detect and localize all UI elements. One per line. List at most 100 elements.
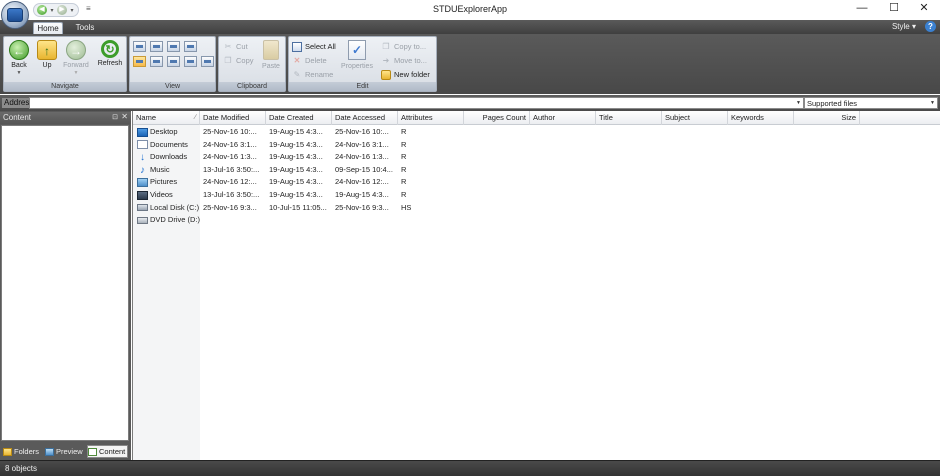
sort-indicator-icon: ∕ bbox=[194, 114, 196, 121]
column-header-title[interactable]: Title bbox=[596, 111, 662, 125]
forward-dropdown-icon[interactable]: ▼ bbox=[62, 70, 90, 76]
row-name: Local Disk (C:) bbox=[150, 202, 200, 212]
app-logo-icon bbox=[7, 8, 23, 22]
rename-button[interactable]: ✎ Rename bbox=[292, 68, 334, 81]
window-title: STDUExplorerApp bbox=[432, 4, 508, 14]
maximize-button[interactable]: ☐ bbox=[878, 0, 910, 18]
copy-to-button[interactable]: ❐ Copy to... bbox=[381, 40, 426, 53]
close-button[interactable]: ✕ bbox=[908, 0, 940, 18]
copy-button[interactable]: ❐ Copy bbox=[223, 54, 254, 67]
row-date-created: 10-Jul-15 11:05... bbox=[269, 202, 327, 212]
table-row[interactable]: ♪ Music 13-Jul-16 3:50:... 19-Aug-15 4:3.… bbox=[133, 164, 940, 177]
help-icon[interactable]: ? bbox=[925, 21, 936, 32]
row-date-accessed: 25-Nov-16 10:... bbox=[335, 127, 389, 136]
group-view: View bbox=[129, 36, 216, 92]
table-row[interactable]: Local Disk (C:) 25-Nov-16 9:3... 10-Jul-… bbox=[133, 202, 940, 215]
column-header-pages-count[interactable]: Pages Count bbox=[464, 111, 530, 125]
column-header-date-accessed[interactable]: Date Accessed bbox=[332, 111, 398, 125]
forward-button[interactable]: → Forward ▼ bbox=[62, 39, 90, 81]
row-name-cell: ♪ Music bbox=[133, 164, 200, 177]
paste-button[interactable]: Paste bbox=[257, 39, 285, 81]
view-details-icon[interactable] bbox=[133, 56, 146, 67]
pin-icon[interactable]: ⊡ bbox=[112, 113, 118, 121]
row-date-modified: 13-Jul-16 3:50:... bbox=[203, 164, 260, 174]
row-name: Documents bbox=[150, 139, 188, 149]
row-name: Videos bbox=[150, 189, 173, 199]
table-row[interactable]: Desktop 25-Nov-16 10:... 19-Aug-15 4:3..… bbox=[133, 126, 940, 139]
address-input[interactable] bbox=[29, 97, 804, 109]
address-bar: Address ▼ Supported files ▼ bbox=[0, 95, 940, 111]
tab-tools[interactable]: Tools bbox=[70, 22, 100, 34]
address-dropdown-icon[interactable]: ▼ bbox=[794, 98, 803, 108]
view-small-icons-icon[interactable] bbox=[167, 41, 180, 52]
row-date-created: 19-Aug-15 4:3... bbox=[269, 189, 323, 199]
row-date-created: 19-Aug-15 4:3... bbox=[269, 139, 323, 149]
row-name: Pictures bbox=[150, 177, 178, 187]
table-row[interactable]: Videos 13-Jul-16 3:50:... 19-Aug-15 4:3.… bbox=[133, 189, 940, 202]
properties-button[interactable]: ✓ Properties bbox=[339, 39, 375, 81]
side-tab-content[interactable]: Content bbox=[87, 445, 129, 458]
view-list-icon[interactable] bbox=[150, 56, 163, 67]
view-content-icon[interactable] bbox=[184, 56, 197, 67]
table-row[interactable]: Pictures 24-Nov-16 12:... 19-Aug-15 4:3.… bbox=[133, 176, 940, 189]
file-filter-select[interactable]: Supported files ▼ bbox=[804, 97, 938, 109]
up-label: Up bbox=[42, 62, 52, 69]
delete-button[interactable]: ✕ Delete bbox=[292, 54, 327, 67]
side-tab-folders[interactable]: Folders bbox=[3, 445, 39, 458]
column-header-size[interactable]: Size bbox=[794, 111, 860, 125]
column-header-subject[interactable]: Subject bbox=[662, 111, 728, 125]
content-panel[interactable] bbox=[1, 125, 129, 441]
view-tiles-icon[interactable] bbox=[167, 56, 180, 67]
row-date-modified: 24-Nov-16 3:1... bbox=[203, 139, 257, 149]
close-pane-icon[interactable]: ✕ bbox=[121, 112, 128, 121]
up-button[interactable]: ↑ Up bbox=[34, 39, 60, 81]
group-navigate: ← Back ▼ ↑ Up → Forward ▼ ↻ Refresh Navi… bbox=[3, 36, 127, 92]
copy-icon: ❐ bbox=[224, 55, 232, 65]
minimize-button[interactable]: — bbox=[846, 0, 878, 18]
move-to-button[interactable]: ➜ Move to... bbox=[381, 54, 427, 67]
cut-label: Cut bbox=[236, 42, 248, 51]
select-all-button[interactable]: Select All bbox=[292, 40, 336, 53]
tab-home[interactable]: Home bbox=[33, 22, 63, 34]
view-large-icons-icon[interactable] bbox=[133, 41, 146, 52]
view-medium-icons-icon[interactable] bbox=[150, 41, 163, 52]
group-edit: Select All ✕ Delete ✎ Rename ✓ Propertie… bbox=[288, 36, 437, 92]
column-header-date-created[interactable]: Date Created bbox=[266, 111, 332, 125]
row-name: Downloads bbox=[150, 152, 188, 162]
back-dropdown-icon[interactable]: ▼ bbox=[6, 70, 32, 76]
properties-label: Properties bbox=[341, 63, 373, 70]
row-date-accessed: 24-Nov-16 12:... bbox=[335, 177, 389, 187]
row-attributes: R bbox=[401, 189, 407, 199]
cut-button[interactable]: ✂ Cut bbox=[223, 40, 248, 53]
table-row[interactable]: DVD Drive (D:) bbox=[133, 214, 940, 227]
clipboard-icon bbox=[263, 40, 279, 60]
column-header-author[interactable]: Author bbox=[530, 111, 596, 125]
row-date-modified bbox=[213, 214, 266, 227]
column-header-attributes[interactable]: Attributes bbox=[398, 111, 464, 125]
view-options-icon[interactable] bbox=[201, 56, 214, 67]
view-thumbnails-icon[interactable] bbox=[184, 41, 197, 52]
filter-chevron-down-icon: ▼ bbox=[930, 100, 935, 106]
row-name-cell: Local Disk (C:) bbox=[133, 202, 200, 215]
side-tab-preview[interactable]: Preview bbox=[45, 445, 83, 458]
local-disk-icon bbox=[137, 204, 148, 212]
column-header-date-modified[interactable]: Date Modified bbox=[200, 111, 266, 125]
row-date-created: 19-Aug-15 4:3... bbox=[269, 152, 323, 162]
file-list[interactable]: Name ∕ Date Modified Date Created Date A… bbox=[132, 111, 940, 460]
status-object-count: 8 objects bbox=[5, 464, 38, 473]
table-row[interactable]: Documents 24-Nov-16 3:1... 19-Aug-15 4:3… bbox=[133, 139, 940, 152]
refresh-button[interactable]: ↻ Refresh bbox=[95, 39, 125, 81]
column-header-keywords[interactable]: Keywords bbox=[728, 111, 794, 125]
table-row[interactable]: ↓ Downloads 24-Nov-16 1:3... 19-Aug-15 4:… bbox=[133, 151, 940, 164]
documents-icon bbox=[137, 140, 148, 150]
copy-label: Copy bbox=[236, 56, 254, 65]
application-menu-button[interactable] bbox=[1, 1, 29, 29]
column-header-name[interactable]: Name ∕ bbox=[133, 111, 200, 125]
back-button[interactable]: ← Back ▼ bbox=[6, 39, 32, 81]
row-date-accessed: 24-Nov-16 3:1... bbox=[335, 139, 389, 149]
new-folder-button[interactable]: New folder bbox=[381, 68, 430, 81]
style-menu[interactable]: Style ▾ bbox=[892, 22, 916, 32]
side-pane-tabs: Folders Preview Content bbox=[0, 443, 131, 460]
paste-label: Paste bbox=[262, 63, 280, 70]
copy-to-icon: ❐ bbox=[382, 41, 390, 51]
